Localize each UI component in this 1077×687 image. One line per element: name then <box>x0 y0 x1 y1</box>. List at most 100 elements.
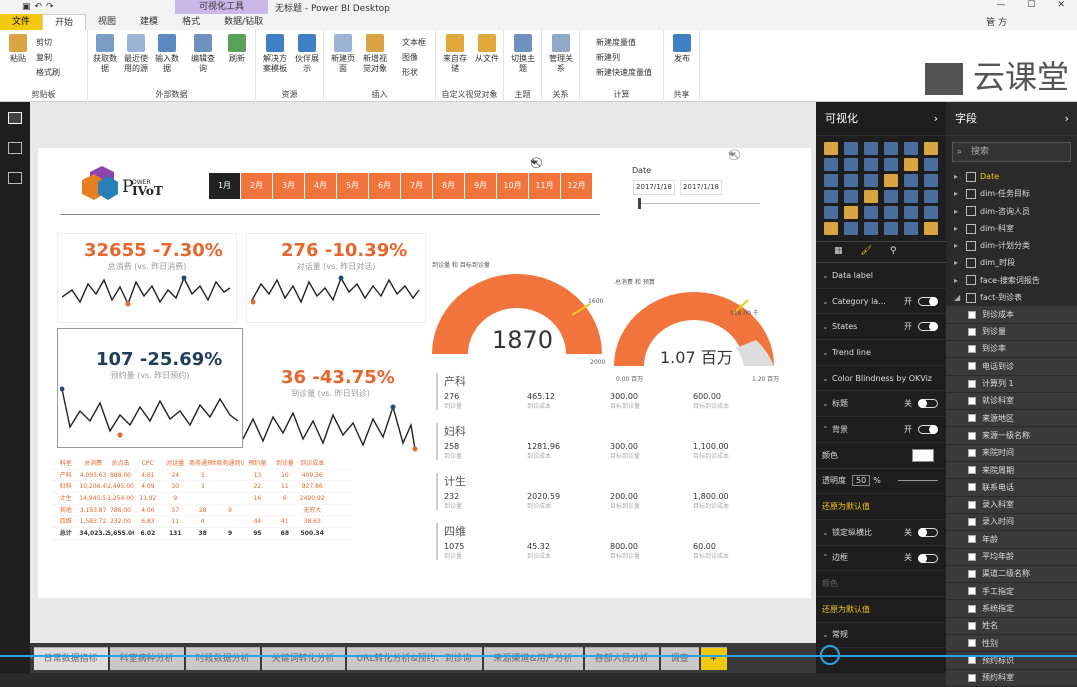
visual-type-icon[interactable] <box>904 206 918 219</box>
visual-type-icon[interactable] <box>824 158 838 171</box>
new-quick-measure-button[interactable]: 新建快速度量值 <box>596 67 652 78</box>
kpi-card-visits[interactable]: 36 -43.75% 到诊量 (vs. 昨日到诊) <box>242 365 418 460</box>
menu-view[interactable]: 视图 <box>86 14 128 30</box>
date-slider-handle[interactable] <box>638 198 641 209</box>
format-row[interactable]: ⌃ 背景 开 <box>816 417 946 443</box>
field-checkbox[interactable] <box>968 604 976 613</box>
table-header-cell[interactable]: 总点击 <box>107 458 134 469</box>
lock-aspect-row[interactable]: ⌄ 锁定纵横比关 <box>816 520 946 546</box>
field-item[interactable]: 联系电话 <box>946 479 1077 497</box>
data-view-icon[interactable] <box>8 142 22 154</box>
textbox-button[interactable]: 文本框 <box>402 37 426 48</box>
table-header-cell[interactable]: CPC <box>134 458 161 469</box>
visual-type-icon[interactable] <box>904 158 918 171</box>
field-checkbox[interactable] <box>968 621 976 630</box>
visual-type-icon[interactable] <box>884 174 898 187</box>
table-header-cell[interactable]: 商务通到诊 <box>216 458 243 469</box>
page-tab[interactable]: 来源渠道&用户分析 <box>483 646 583 670</box>
page-tab[interactable]: 时段数据分析 <box>185 646 260 670</box>
field-checkbox[interactable] <box>968 379 976 388</box>
table-row[interactable]: 四维 1,583.72 232.00 6.83 11 4 44 41 38.63 <box>52 516 354 529</box>
month-button[interactable]: 6月 <box>369 173 400 199</box>
date-from-input[interactable]: 2017/1/18 <box>633 180 675 195</box>
field-checkbox[interactable] <box>968 500 976 509</box>
field-checkbox[interactable] <box>968 327 976 336</box>
field-checkbox[interactable] <box>968 639 976 648</box>
field-item[interactable]: 来源地区 <box>946 410 1077 428</box>
department-table[interactable]: 科室 总消费 总点击 CPC 对话量 商务通预约 商务通到诊 预约量 到诊量 到诊成本 产科 4,09… <box>52 458 354 540</box>
slicer-filter-icon[interactable]: ⏷⃠ <box>728 148 737 162</box>
switch-theme-button[interactable]: 切换主题 <box>508 34 538 74</box>
field-checkbox[interactable] <box>968 535 976 544</box>
format-toggle[interactable] <box>918 425 938 435</box>
field-item[interactable]: 就诊科室 <box>946 392 1077 411</box>
visual-type-icon[interactable] <box>864 158 878 171</box>
field-checkbox[interactable] <box>968 448 976 457</box>
maximize-icon[interactable]: ☐ <box>1027 0 1035 10</box>
field-item[interactable]: 录入科室 <box>946 496 1077 514</box>
shapes-button[interactable]: 形状 <box>402 67 418 78</box>
relationships-view-icon[interactable] <box>8 172 22 184</box>
field-item[interactable]: 预约科室 <box>946 669 1077 687</box>
format-row[interactable]: ⌄ Trend line <box>816 340 946 366</box>
date-slider-track[interactable] <box>640 203 760 204</box>
edit-queries-button[interactable]: 编辑查询 <box>188 34 218 74</box>
new-column-button[interactable]: 新建列 <box>596 52 620 63</box>
paste-button[interactable]: 粘贴 <box>4 34 32 64</box>
visual-type-icon[interactable] <box>844 158 858 171</box>
visual-type-icon[interactable] <box>864 142 878 155</box>
reset-default-2[interactable]: 还原为默认值 <box>816 597 946 623</box>
field-item[interactable]: 性别 <box>946 635 1077 653</box>
collapse-icon[interactable]: › <box>934 102 938 136</box>
format-row[interactable]: ⌄ Category la... 开 <box>816 289 946 315</box>
visual-type-icon[interactable] <box>884 190 898 203</box>
field-item[interactable]: 渠道二级名称 <box>946 565 1077 584</box>
field-item[interactable]: 平均年龄 <box>946 548 1077 566</box>
visual-type-icon[interactable] <box>844 222 858 235</box>
minimize-icon[interactable]: — <box>996 0 1005 10</box>
field-table[interactable]: ▸ Date <box>946 168 1077 185</box>
filter-icon[interactable]: ⏷⃠ <box>530 156 539 170</box>
new-visual-button[interactable]: 新增视觉对象 <box>360 34 390 74</box>
visual-type-icon[interactable] <box>864 206 878 219</box>
month-button[interactable]: 4月 <box>305 173 336 199</box>
menu-home[interactable]: 开始 <box>42 14 87 30</box>
color-picker[interactable] <box>912 448 934 462</box>
field-table[interactable]: ▸ dim-咨询人员 <box>946 203 1077 220</box>
table-header-cell[interactable]: 商务通预约 <box>189 458 216 469</box>
general-row[interactable]: ⌄ 常规 <box>816 623 946 649</box>
table-row[interactable]: 妇科 10,206.482,495.00 4.09 30 3 22 11 927.86 <box>52 481 354 494</box>
visual-type-icon[interactable] <box>924 158 938 171</box>
field-item[interactable]: 到诊量 <box>946 323 1077 341</box>
page-tab[interactable]: 关键词转化分析 <box>261 646 345 670</box>
format-tab-icon[interactable]: 🖌 <box>861 246 872 258</box>
table-header-cell[interactable]: 科室 <box>52 458 79 469</box>
field-item[interactable]: 姓名 <box>946 617 1077 636</box>
table-row[interactable]: 计生 14,945.541,254.00 11.92 9 16 6 2490.92 <box>52 493 354 505</box>
kpi-card-appointments[interactable]: 107 -25.69% 预约量 (vs. 昨日预约) <box>57 328 243 448</box>
field-table[interactable]: ◢ fact-到诊表 <box>946 289 1077 306</box>
enter-data-button[interactable]: 输入数据 <box>152 34 182 74</box>
recent-sources-button[interactable]: 最近使用的源 <box>121 34 151 74</box>
kpi-card-spend[interactable]: 32655 -7.30% 总消费 (vs. 昨日消费) <box>57 233 237 323</box>
menu-data-drill[interactable]: 数据/钻取 <box>212 14 275 30</box>
field-checkbox[interactable] <box>968 569 976 578</box>
visual-type-icon[interactable] <box>924 142 938 155</box>
menu-modeling[interactable]: 建模 <box>128 14 170 30</box>
undo-icon[interactable]: ↶ <box>35 2 43 12</box>
visual-type-icon[interactable] <box>904 190 918 203</box>
format-toggle[interactable] <box>918 399 938 409</box>
visual-type-icon[interactable] <box>924 222 938 235</box>
field-item[interactable]: 系统指定 <box>946 600 1077 618</box>
table-header-cell[interactable]: 预约量 <box>244 458 271 469</box>
field-item[interactable]: 到诊成本 <box>946 306 1077 324</box>
visual-type-icon[interactable] <box>844 206 858 219</box>
table-header-cell[interactable]: 总消费 <box>79 458 106 469</box>
transparency-slider[interactable] <box>898 480 938 482</box>
date-to-input[interactable]: 2017/1/18 <box>680 180 722 195</box>
visual-type-icon[interactable] <box>904 174 918 187</box>
month-button[interactable]: 7月 <box>401 173 432 199</box>
visual-type-icon[interactable] <box>864 174 878 187</box>
visual-type-icon[interactable] <box>824 174 838 187</box>
field-checkbox[interactable] <box>968 345 976 354</box>
